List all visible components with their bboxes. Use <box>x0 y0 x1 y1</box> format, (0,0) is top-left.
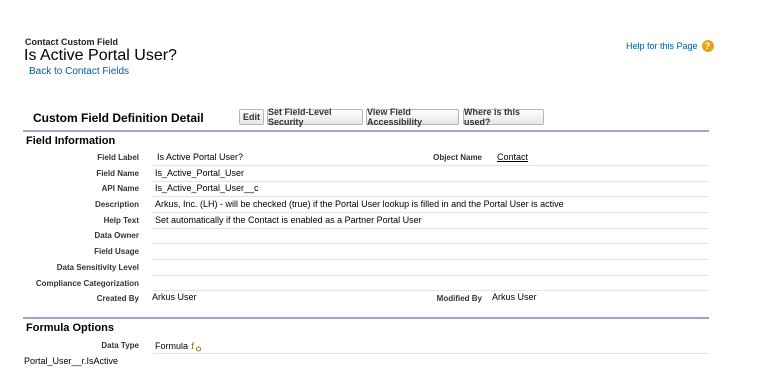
page-title: Is Active Portal User? <box>24 47 177 64</box>
object-name-label: Object Name <box>433 153 482 162</box>
row-divider <box>153 275 709 276</box>
object-name-contact-link[interactable]: Contact <box>497 152 528 162</box>
modified-by-value: Arkus User <box>492 292 537 302</box>
data-owner-label: Data Owner <box>94 231 139 240</box>
created-by-value: Arkus User <box>152 292 197 302</box>
help-link[interactable]: Help for this Page ? <box>626 40 714 52</box>
field-name-label: Field Name <box>96 169 139 178</box>
where-is-this-used-button[interactable]: Where is this used? <box>463 107 544 127</box>
description-label: Description <box>94 200 139 209</box>
help-link-label: Help for this Page <box>626 41 698 51</box>
row-divider <box>153 181 709 182</box>
created-by-label: Created By <box>96 294 139 303</box>
svg-text:f: f <box>191 342 195 351</box>
data-type-value: Formula f <box>155 341 201 352</box>
section-rule <box>23 130 709 132</box>
edit-button[interactable]: Edit <box>239 109 264 125</box>
detail-section-title: Custom Field Definition Detail <box>33 111 204 125</box>
help-icon[interactable]: ? <box>701 40 714 52</box>
breadcrumb: Contact Custom Field <box>25 37 119 47</box>
row-divider <box>153 290 709 291</box>
field-label-label: Field Label <box>97 153 139 162</box>
help-text-label: Help Text <box>103 216 139 225</box>
field-label-value: Is Active Portal User? <box>157 152 244 162</box>
row-divider <box>153 259 709 260</box>
formula-text: Portal_User__r.IsActive <box>24 356 119 366</box>
section-rule <box>23 317 709 319</box>
formula-options-heading: Formula Options <box>26 322 114 334</box>
api-name-value: Is_Active_Portal_User__c <box>155 183 259 193</box>
back-to-contact-fields-link[interactable]: Back to Contact Fields <box>29 66 129 77</box>
row-divider <box>153 228 709 229</box>
description-value: Arkus, Inc. (LH) - will be checked (true… <box>155 199 564 209</box>
field-information-heading: Field Information <box>26 135 116 147</box>
field-name-value: Is_Active_Portal_User <box>155 168 245 178</box>
formula-icon: f <box>191 342 201 352</box>
view-field-accessibility-button[interactable]: View Field Accessibility <box>366 107 459 127</box>
compliance-categorization-label: Compliance Categorization <box>35 279 139 288</box>
set-field-level-security-button[interactable]: Set Field-Level Security <box>267 107 363 127</box>
row-divider <box>153 243 709 244</box>
row-divider <box>153 212 709 213</box>
help-text-value: Set automatically if the Contact is enab… <box>155 215 422 225</box>
data-sensitivity-level-label: Data Sensitivity Level <box>56 263 139 272</box>
row-divider <box>153 196 709 197</box>
modified-by-label: Modified By <box>436 294 482 303</box>
data-type-text: Formula <box>155 341 189 351</box>
api-name-label: API Name <box>101 184 139 193</box>
row-divider <box>153 165 709 166</box>
field-usage-label: Field Usage <box>94 247 139 256</box>
row-divider <box>153 353 709 354</box>
data-type-label: Data Type <box>101 341 139 350</box>
